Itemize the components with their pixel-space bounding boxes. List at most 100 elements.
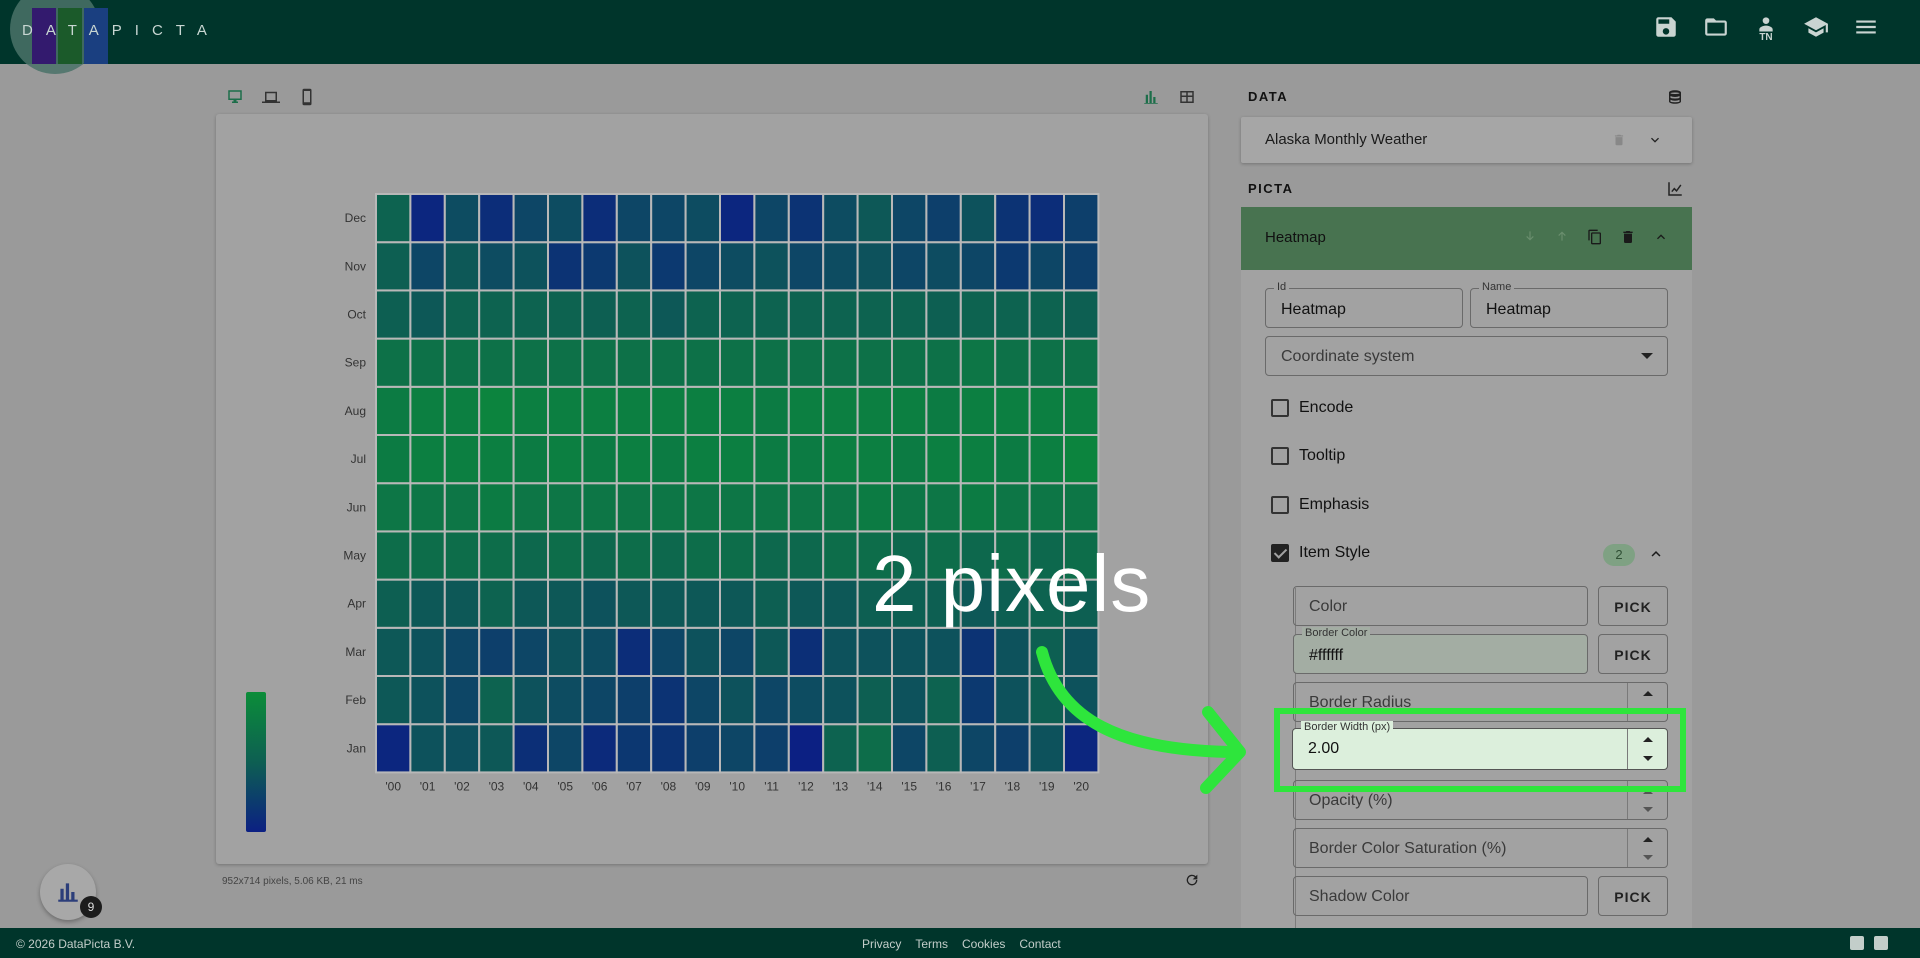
heatmap-cell — [822, 723, 859, 774]
border-color-saturation-field[interactable]: Border Color Saturation (%) — [1293, 828, 1668, 868]
youtube-icon[interactable] — [1850, 936, 1864, 950]
visual-map-bar[interactable] — [246, 692, 266, 832]
heatmap-cell — [547, 723, 584, 774]
border-color-pick-button[interactable]: PICK — [1598, 634, 1668, 674]
heatmap-cell — [787, 675, 825, 726]
move-down-icon[interactable] — [1523, 229, 1541, 247]
heatmap-cell — [684, 675, 722, 726]
dataset-card[interactable]: Alaska Monthly Weather — [1241, 117, 1692, 163]
folder-open-icon[interactable] — [1702, 14, 1730, 50]
heatmap-cell — [409, 434, 446, 485]
table-view-icon[interactable] — [1178, 88, 1196, 106]
tooltip-option[interactable]: Tooltip — [1271, 447, 1345, 465]
heatmap-cell — [925, 723, 962, 774]
shadow-color-field[interactable]: Shadow Color — [1293, 876, 1588, 916]
delete-dataset-icon[interactable] — [1612, 133, 1626, 147]
heatmap-cell — [719, 289, 756, 340]
item-style-option[interactable]: Item Style — [1271, 544, 1370, 562]
heatmap-cell — [443, 289, 481, 340]
x-tick-label: '07 — [626, 779, 642, 793]
phone-view-icon[interactable] — [298, 88, 316, 106]
move-up-icon[interactable] — [1555, 229, 1573, 247]
x-tick-label: '08 — [661, 779, 677, 793]
chart-view-icon[interactable] — [1142, 88, 1160, 106]
emphasis-option[interactable]: Emphasis — [1271, 496, 1369, 514]
id-field[interactable]: Id Heatmap — [1265, 281, 1463, 328]
heatmap-cell — [512, 723, 550, 774]
heatmap-cell — [650, 241, 687, 292]
save-icon[interactable] — [1652, 14, 1680, 50]
heatmap-cell — [719, 626, 756, 677]
heatmap-cell — [512, 289, 550, 340]
heatmap-cell — [375, 578, 412, 629]
footer-link-terms[interactable]: Terms — [915, 937, 948, 951]
footer-link-contact[interactable]: Contact — [1019, 937, 1060, 951]
collapse-item-style-icon[interactable] — [1647, 545, 1665, 563]
heatmap-cell — [1063, 289, 1100, 340]
increment-icon[interactable] — [1628, 729, 1667, 749]
line-chart-icon[interactable] — [1666, 180, 1684, 198]
footer-link-cookies[interactable]: Cookies — [962, 937, 1005, 951]
heatmap-cell — [375, 385, 412, 436]
coordinate-system-select[interactable]: Coordinate system — [1265, 336, 1668, 376]
heatmap-cell — [719, 723, 756, 774]
heatmap-cell — [994, 482, 1031, 533]
increment-icon[interactable] — [1628, 683, 1667, 702]
emphasis-label: Emphasis — [1299, 496, 1370, 513]
border-color-field[interactable]: Border Color #ffffff — [1293, 627, 1588, 674]
shadow-color-pick-button[interactable]: PICK — [1598, 876, 1668, 916]
color-placeholder: Color — [1309, 598, 1348, 615]
heatmap-cell — [581, 482, 618, 533]
database-icon[interactable] — [1666, 88, 1684, 106]
heatmap-cell — [1028, 385, 1065, 436]
encode-option[interactable]: Encode — [1271, 399, 1353, 417]
color-pick-button[interactable]: PICK — [1598, 586, 1668, 626]
menu-icon[interactable] — [1852, 14, 1880, 50]
color-field[interactable]: Color — [1293, 586, 1588, 626]
delete-component-icon[interactable] — [1620, 229, 1638, 247]
heatmap-cell — [994, 385, 1031, 436]
heatmap-cell — [409, 675, 446, 726]
expand-dataset-icon[interactable] — [1647, 132, 1663, 148]
heatmap-cell — [375, 530, 412, 581]
heatmap-cell — [1063, 241, 1100, 292]
decrement-icon[interactable] — [1628, 848, 1667, 867]
datapicta-logo[interactable]: DATAPICTA — [6, 0, 207, 74]
heatmap-cell — [822, 530, 859, 581]
decrement-icon[interactable] — [1628, 800, 1667, 819]
tooltip-checkbox[interactable] — [1271, 447, 1289, 465]
item-style-checkbox[interactable] — [1271, 544, 1289, 562]
increment-icon[interactable] — [1628, 829, 1667, 848]
name-field[interactable]: Name Heatmap — [1470, 281, 1668, 328]
duplicate-icon[interactable] — [1587, 229, 1605, 247]
refresh-icon[interactable] — [1184, 872, 1200, 888]
heatmap-cell — [375, 723, 412, 774]
decrement-icon[interactable] — [1628, 749, 1667, 769]
account-icon[interactable]: TN — [1752, 14, 1780, 50]
heatmap-cell — [512, 626, 550, 677]
heatmap-cell — [959, 626, 997, 677]
heatmap-cell — [478, 530, 515, 581]
desktop-view-icon[interactable] — [226, 88, 244, 106]
laptop-view-icon[interactable] — [262, 88, 280, 106]
heatmap-cell — [512, 578, 550, 629]
heatmap-cell — [891, 193, 928, 244]
heatmap-cell — [925, 241, 962, 292]
encode-checkbox[interactable] — [1271, 399, 1289, 417]
heatmap-cell — [959, 675, 997, 726]
saturation-stepper[interactable] — [1627, 829, 1667, 867]
linkedin-icon[interactable] — [1874, 936, 1888, 950]
collapse-component-icon[interactable] — [1653, 229, 1671, 247]
heatmap-cell — [547, 385, 584, 436]
heatmap-cell — [650, 337, 687, 388]
heatmap-cell — [856, 193, 893, 244]
heatmap-cell — [547, 530, 584, 581]
footer-link-privacy[interactable]: Privacy — [862, 937, 901, 951]
heatmap-component-header[interactable]: Heatmap — [1241, 207, 1692, 270]
heatmap-cell — [856, 626, 893, 677]
data-section-label: DATA — [1248, 89, 1289, 104]
border-width-field[interactable]: Border Width (px) 2.00 — [1292, 721, 1668, 770]
border-width-stepper[interactable] — [1627, 729, 1667, 769]
emphasis-checkbox[interactable] — [1271, 496, 1289, 514]
school-icon[interactable] — [1802, 14, 1830, 50]
